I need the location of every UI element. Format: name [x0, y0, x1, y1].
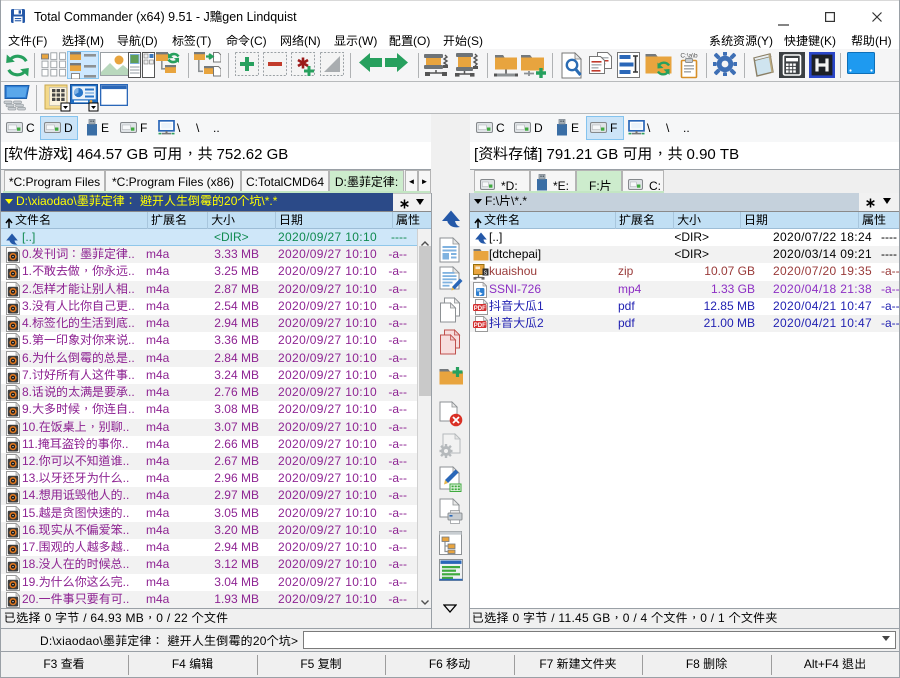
svg-text:s: s	[484, 270, 488, 277]
svg-text:PDF: PDF	[474, 323, 486, 329]
svg-text:PDF: PDF	[474, 306, 486, 312]
